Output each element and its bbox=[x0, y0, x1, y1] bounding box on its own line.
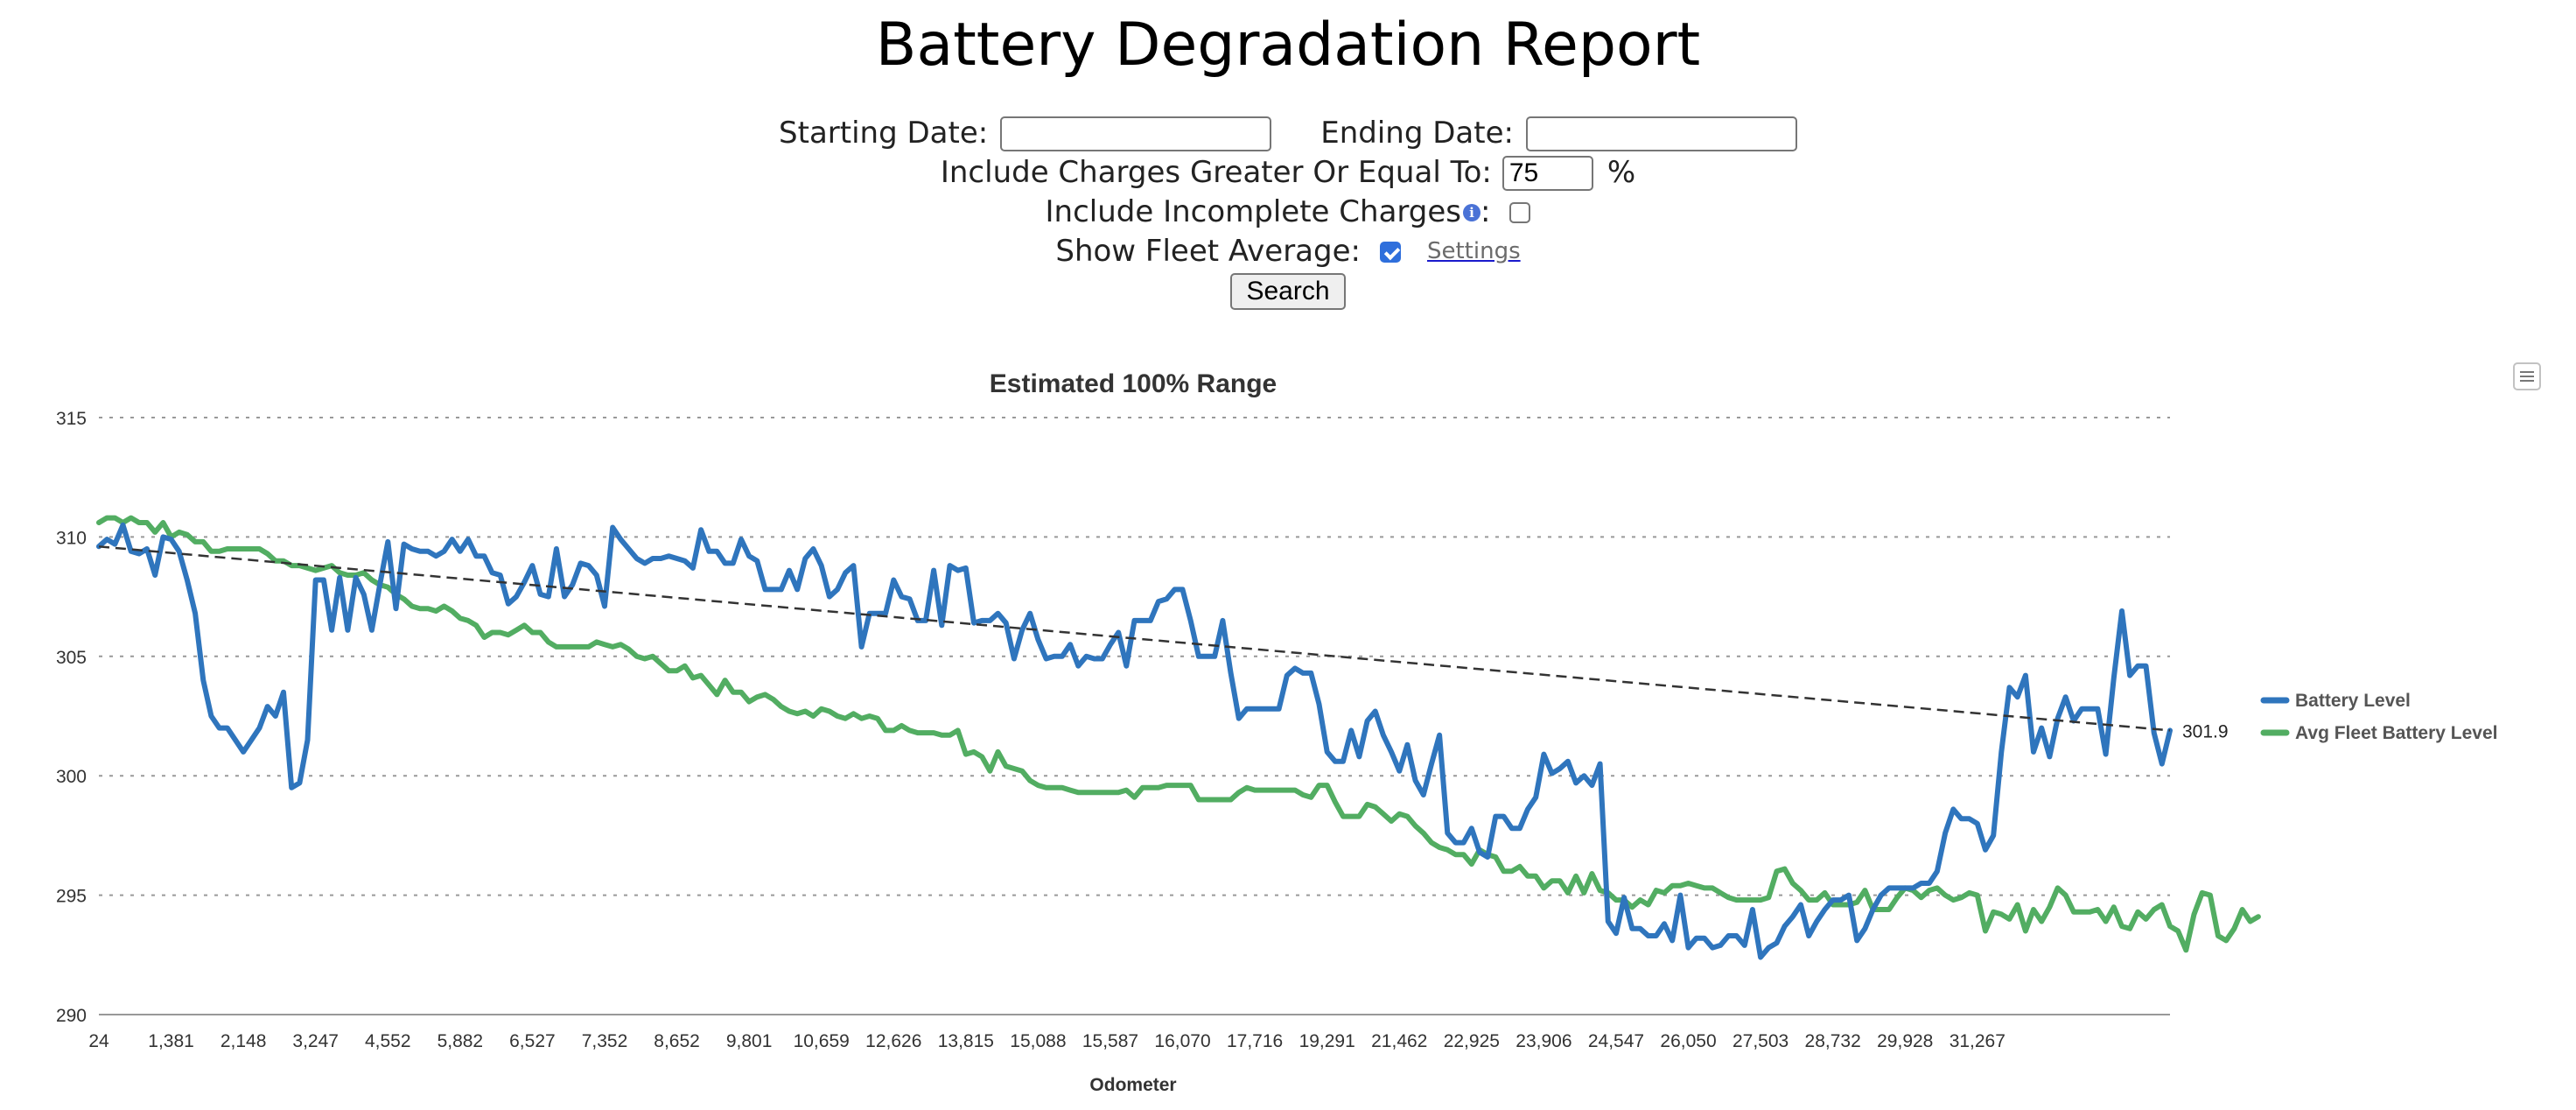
legend: Battery Level Avg Fleet Battery Level bbox=[2260, 691, 2497, 743]
x-tick-label: 5,882 bbox=[438, 1031, 484, 1051]
x-tick-label: 28,732 bbox=[1805, 1031, 1861, 1051]
incomplete-charges-checkbox[interactable] bbox=[1509, 201, 1531, 223]
info-icon[interactable]: i bbox=[1463, 203, 1481, 221]
settings-link[interactable]: Settings bbox=[1427, 232, 1521, 271]
x-tick-label: 19,291 bbox=[1299, 1031, 1355, 1051]
x-tick-label: 27,503 bbox=[1732, 1031, 1788, 1051]
incomplete-charges-row: Include Incomplete Charges i : bbox=[0, 193, 2576, 232]
y-tick-label: 290 bbox=[56, 1006, 87, 1026]
legend-avg-fleet-level[interactable]: Avg Fleet Battery Level bbox=[2295, 723, 2497, 743]
x-tick-label: 24,547 bbox=[1588, 1031, 1644, 1051]
x-tick-label: 13,815 bbox=[938, 1031, 994, 1051]
x-tick-label: 26,050 bbox=[1660, 1031, 1716, 1051]
x-axis-ticks: 24 1,381 2,148 3,247 4,552 5,882 6,527 7,352 8,6… bbox=[88, 1031, 2006, 1051]
x-tick-label: 16,070 bbox=[1154, 1031, 1210, 1051]
fleet-average-line bbox=[96, 515, 2261, 953]
x-tick-label: 1,381 bbox=[148, 1031, 194, 1051]
starting-date-input[interactable] bbox=[1000, 116, 1272, 151]
report-filter-form: Starting Date: Ending Date: Include Char… bbox=[0, 114, 2576, 311]
x-tick-label: 9,801 bbox=[726, 1031, 773, 1051]
ending-date-input[interactable] bbox=[1525, 116, 1797, 151]
fleet-average-checkbox[interactable] bbox=[1379, 241, 1401, 263]
min-charge-input[interactable] bbox=[1502, 155, 1593, 191]
x-axis-title: Odometer bbox=[1089, 1075, 1176, 1095]
x-tick-label: 12,626 bbox=[865, 1031, 921, 1051]
min-charge-label: Include Charges Greater Or Equal To: bbox=[940, 155, 1492, 190]
percent-unit: % bbox=[1606, 155, 1636, 190]
x-tick-label: 2,148 bbox=[220, 1031, 267, 1051]
x-tick-label: 3,247 bbox=[292, 1031, 339, 1051]
x-tick-label: 6,527 bbox=[509, 1031, 556, 1051]
x-tick-label: 23,906 bbox=[1516, 1031, 1572, 1051]
y-axis-ticks: 290 295 300 305 310 315 bbox=[56, 409, 87, 1026]
x-tick-label: 21,462 bbox=[1371, 1031, 1427, 1051]
page-title: Battery Degradation Report bbox=[875, 11, 1701, 80]
y-tick-label: 300 bbox=[56, 767, 87, 787]
search-row: Search bbox=[0, 271, 2576, 311]
x-tick-label: 4,552 bbox=[365, 1031, 411, 1051]
date-range-row: Starting Date: Ending Date: bbox=[0, 114, 2576, 153]
legend-battery-level[interactable]: Battery Level bbox=[2295, 691, 2411, 711]
x-tick-label: 15,088 bbox=[1010, 1031, 1066, 1051]
grid bbox=[99, 417, 2170, 1015]
y-tick-label: 295 bbox=[56, 887, 87, 907]
fleet-average-label: Show Fleet Average: bbox=[1055, 234, 1361, 269]
x-tick-label: 24 bbox=[88, 1031, 109, 1051]
series-lines bbox=[96, 515, 2261, 960]
y-tick-label: 315 bbox=[56, 409, 87, 429]
x-tick-label: 17,716 bbox=[1227, 1031, 1283, 1051]
min-charge-row: Include Charges Greater Or Equal To: % bbox=[0, 153, 2576, 193]
starting-date-label: Starting Date: bbox=[779, 116, 989, 151]
x-tick-label: 15,587 bbox=[1082, 1031, 1138, 1051]
x-tick-label: 22,925 bbox=[1444, 1031, 1500, 1051]
chart-title: Estimated 100% Range bbox=[990, 369, 1277, 398]
x-tick-label: 10,659 bbox=[794, 1031, 850, 1051]
y-tick-label: 310 bbox=[56, 528, 87, 548]
trendline-line bbox=[98, 545, 2171, 732]
incomplete-charges-label: Include Incomplete Charges bbox=[1045, 194, 1462, 229]
x-tick-label: 8,652 bbox=[654, 1031, 700, 1051]
trendline-end-label: 301.9 bbox=[2182, 721, 2229, 741]
trendline: 301.9 bbox=[98, 545, 2229, 741]
fleet-average-row: Show Fleet Average: Settings bbox=[0, 232, 2576, 271]
battery-level-line bbox=[96, 522, 2173, 960]
y-tick-label: 305 bbox=[56, 648, 87, 668]
ending-date-label: Ending Date: bbox=[1320, 116, 1514, 151]
range-chart: Estimated 100% Range 290295300305310315 … bbox=[56, 369, 2498, 1095]
x-tick-label: 29,928 bbox=[1877, 1031, 1933, 1051]
x-tick-label: 31,267 bbox=[1950, 1031, 2006, 1051]
search-button[interactable]: Search bbox=[1230, 272, 1346, 310]
x-tick-label: 7,352 bbox=[582, 1031, 628, 1051]
colon: : bbox=[1480, 194, 1491, 229]
